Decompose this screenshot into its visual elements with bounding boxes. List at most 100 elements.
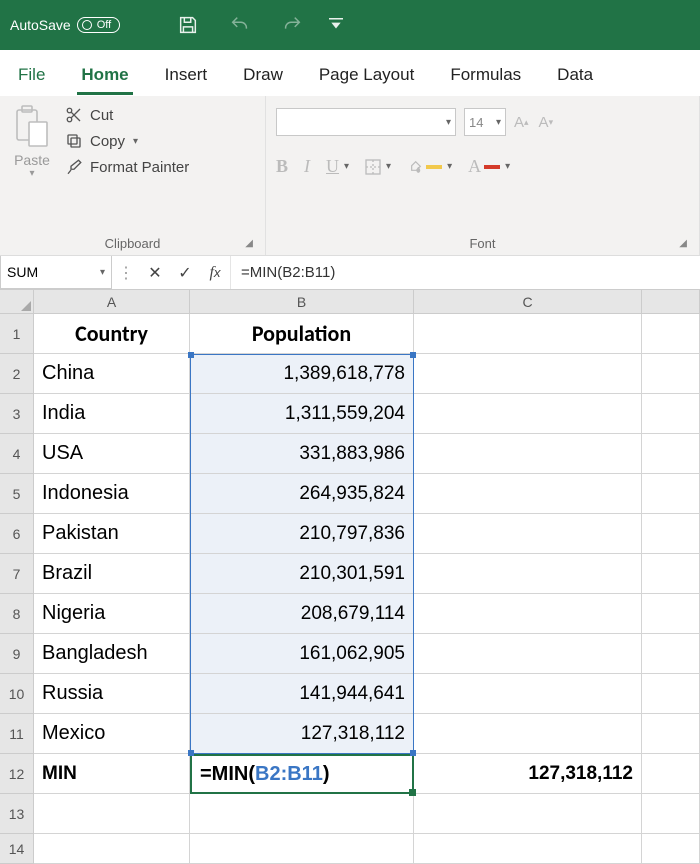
undo-icon[interactable] xyxy=(220,5,260,45)
cell[interactable] xyxy=(642,714,700,754)
formula-bar-input[interactable]: =MIN(B2:B11) xyxy=(230,256,700,289)
cell[interactable]: 1,311,559,204 xyxy=(190,394,414,434)
cell[interactable] xyxy=(642,314,700,354)
row-header[interactable]: 11 xyxy=(0,714,34,754)
cut-button[interactable]: Cut xyxy=(64,106,189,124)
cell[interactable]: Mexico xyxy=(34,714,190,754)
cell[interactable] xyxy=(34,794,190,834)
col-header-c[interactable]: C xyxy=(414,290,642,314)
cell[interactable]: 127,318,112 xyxy=(414,754,642,794)
underline-button[interactable]: U▾ xyxy=(326,156,349,177)
row-header[interactable]: 6 xyxy=(0,514,34,554)
name-box[interactable]: SUM ▾ xyxy=(0,256,112,289)
cell[interactable] xyxy=(642,794,700,834)
cell[interactable] xyxy=(34,834,190,864)
bold-button[interactable]: B xyxy=(276,156,288,177)
cancel-formula-button[interactable]: ✕ xyxy=(140,256,170,289)
row-header[interactable]: 14 xyxy=(0,834,34,864)
cell[interactable] xyxy=(642,514,700,554)
cell[interactable]: Nigeria xyxy=(34,594,190,634)
redo-icon[interactable] xyxy=(272,5,312,45)
font-size-combo[interactable]: 14 ▾ xyxy=(464,108,506,136)
active-cell[interactable]: =MIN(B2:B11) xyxy=(190,754,414,794)
cell[interactable]: Brazil xyxy=(34,554,190,594)
save-icon[interactable] xyxy=(168,5,208,45)
tab-formulas[interactable]: Formulas xyxy=(446,57,525,95)
row-header[interactable]: 8 xyxy=(0,594,34,634)
cell[interactable]: Russia xyxy=(34,674,190,714)
decrease-font-icon[interactable]: A▾ xyxy=(539,114,554,131)
copy-button[interactable]: Copy ▾ xyxy=(64,132,189,150)
cell[interactable]: 141,944,641 xyxy=(190,674,414,714)
borders-button[interactable]: ▾ xyxy=(365,159,391,175)
autosave-control[interactable]: AutoSave Off xyxy=(10,17,120,33)
tab-draw[interactable]: Draw xyxy=(239,57,287,95)
cell[interactable]: 127,318,112 xyxy=(190,714,414,754)
cell[interactable] xyxy=(414,434,642,474)
cell[interactable] xyxy=(642,434,700,474)
cell[interactable] xyxy=(190,834,414,864)
cell[interactable]: 161,062,905 xyxy=(190,634,414,674)
cell[interactable] xyxy=(414,634,642,674)
cell[interactable] xyxy=(414,514,642,554)
chevron-down-icon[interactable]: ▾ xyxy=(29,168,34,179)
tab-data[interactable]: Data xyxy=(553,57,597,95)
fill-color-button[interactable]: ▾ xyxy=(407,159,452,175)
chevron-down-icon[interactable]: ▾ xyxy=(133,136,138,147)
italic-button[interactable]: I xyxy=(304,156,310,177)
cell[interactable]: 210,797,836 xyxy=(190,514,414,554)
cell[interactable] xyxy=(414,554,642,594)
cell[interactable] xyxy=(414,594,642,634)
cell[interactable]: 1,389,618,778 xyxy=(190,354,414,394)
font-name-combo[interactable]: ▾ xyxy=(276,108,456,136)
cell[interactable]: USA xyxy=(34,434,190,474)
cell[interactable]: Pakistan xyxy=(34,514,190,554)
cell[interactable]: Bangladesh xyxy=(34,634,190,674)
worksheet-grid[interactable]: A B C 1 Country Population 2 China 1,389… xyxy=(0,290,700,864)
dialog-launcher-icon[interactable]: ◢ xyxy=(245,238,253,249)
cell[interactable]: 210,301,591 xyxy=(190,554,414,594)
font-color-button[interactable]: A ▾ xyxy=(468,156,510,177)
cell[interactable] xyxy=(414,394,642,434)
cell[interactable] xyxy=(414,674,642,714)
cell[interactable] xyxy=(642,754,700,794)
chevron-down-icon[interactable]: ▾ xyxy=(100,267,105,278)
cell[interactable]: 331,883,986 xyxy=(190,434,414,474)
cell[interactable]: Country xyxy=(34,314,190,354)
cell[interactable] xyxy=(642,354,700,394)
enter-formula-button[interactable]: ✓ xyxy=(170,256,200,289)
paste-button[interactable]: Paste ▾ xyxy=(10,102,54,232)
cell[interactable] xyxy=(642,394,700,434)
cell[interactable] xyxy=(642,674,700,714)
cell[interactable]: Indonesia xyxy=(34,474,190,514)
cell[interactable]: 208,679,114 xyxy=(190,594,414,634)
row-header[interactable]: 10 xyxy=(0,674,34,714)
autosave-toggle[interactable]: Off xyxy=(77,17,120,33)
format-painter-button[interactable]: Format Painter xyxy=(64,158,189,176)
col-header-b[interactable]: B xyxy=(190,290,414,314)
cell[interactable] xyxy=(642,594,700,634)
quick-access-dropdown-icon[interactable] xyxy=(324,5,348,45)
cell[interactable]: India xyxy=(34,394,190,434)
row-header[interactable]: 12 xyxy=(0,754,34,794)
cell[interactable] xyxy=(414,474,642,514)
cell[interactable] xyxy=(642,474,700,514)
row-header[interactable]: 2 xyxy=(0,354,34,394)
row-header[interactable]: 13 xyxy=(0,794,34,834)
cell[interactable]: 264,935,824 xyxy=(190,474,414,514)
cell[interactable]: China xyxy=(34,354,190,394)
cell[interactable] xyxy=(414,354,642,394)
cell[interactable] xyxy=(414,794,642,834)
row-header[interactable]: 4 xyxy=(0,434,34,474)
col-header-extra[interactable] xyxy=(642,290,700,314)
cell[interactable]: MIN xyxy=(34,754,190,794)
select-all-corner[interactable] xyxy=(0,290,34,314)
cell[interactable] xyxy=(414,834,642,864)
row-header[interactable]: 5 xyxy=(0,474,34,514)
tab-page-layout[interactable]: Page Layout xyxy=(315,57,418,95)
increase-font-icon[interactable]: A▴ xyxy=(514,114,529,131)
row-header[interactable]: 7 xyxy=(0,554,34,594)
dialog-launcher-icon[interactable]: ◢ xyxy=(679,238,687,249)
insert-function-button[interactable]: fx xyxy=(200,256,230,289)
cell[interactable] xyxy=(642,834,700,864)
